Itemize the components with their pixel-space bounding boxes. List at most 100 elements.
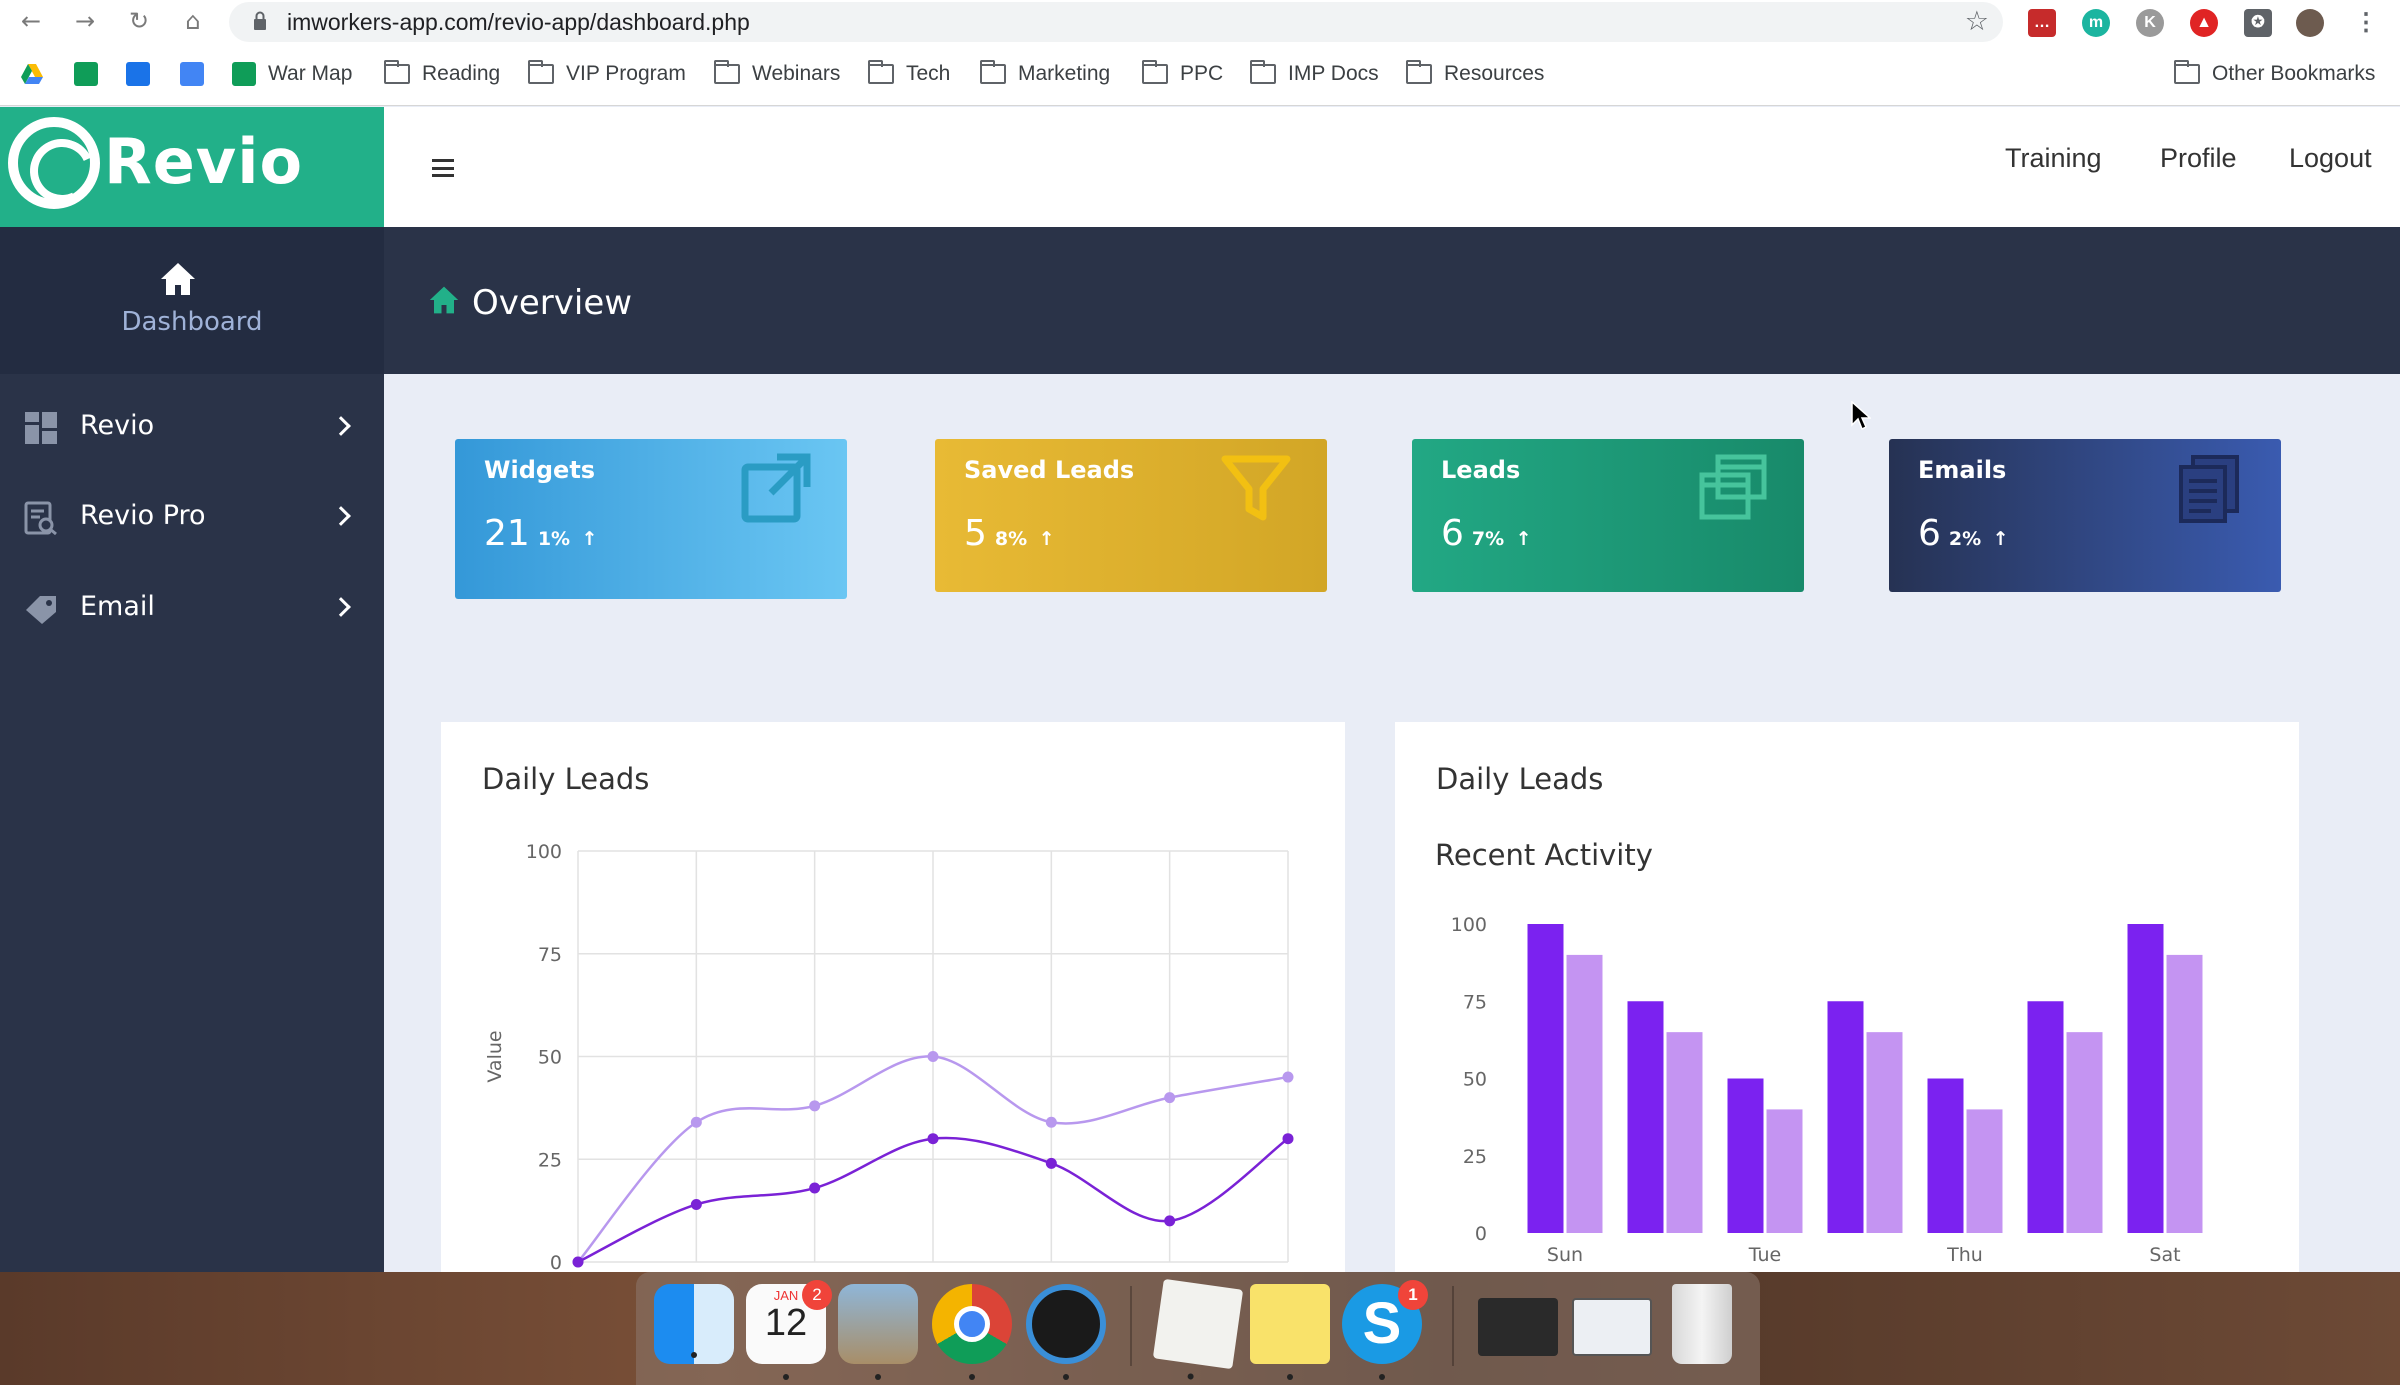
bar (1766, 1109, 1803, 1233)
sidebar-item-label: Revio Pro (80, 500, 206, 531)
bookmark-resources[interactable]: Resources (1406, 56, 1544, 92)
bar (1966, 1109, 2003, 1233)
macos-dock: JAN 12 2 S 1 (636, 1272, 1760, 1385)
chrome-icon[interactable] (932, 1284, 1012, 1380)
data-point (1045, 1116, 1057, 1128)
menu-toggle-icon[interactable] (432, 159, 454, 177)
extension-m-icon[interactable]: m (2082, 9, 2110, 37)
data-point (572, 1256, 584, 1268)
url-text: imworkers-app.com/revio-app/dashboard.ph… (287, 9, 750, 35)
stat-card-widgets[interactable]: Widgets 21 1% ↑ (455, 439, 847, 599)
nav-training-link[interactable]: Training (2005, 143, 2102, 174)
data-point (690, 1198, 702, 1210)
profile-avatar[interactable] (2296, 9, 2324, 37)
stat-card-emails[interactable]: Emails 6 2% ↑ (1889, 439, 2281, 592)
address-bar[interactable]: imworkers-app.com/revio-app/dashboard.ph… (229, 2, 2003, 42)
bookmark-tech[interactable]: Tech (868, 56, 950, 92)
bar (2027, 1001, 2064, 1233)
textedit-icon[interactable] (1152, 1278, 1244, 1380)
bookmark-ppc[interactable]: PPC (1142, 56, 1223, 92)
stat-card-saved-leads[interactable]: Saved Leads 5 8% ↑ (935, 439, 1327, 592)
search-document-icon (24, 501, 57, 535)
browser-menu-icon[interactable]: ⋮ (2352, 9, 2380, 37)
bar (1727, 1078, 1764, 1233)
bar (1627, 1001, 1664, 1233)
sidebar-dashboard[interactable]: Dashboard (0, 227, 384, 374)
data-point (927, 1051, 939, 1062)
skype-icon[interactable]: S 1 (1342, 1280, 1428, 1380)
trash-icon[interactable] (1672, 1284, 1732, 1364)
card-value: 21 1% ↑ (484, 513, 598, 554)
reload-icon[interactable]: ↻ (124, 6, 154, 36)
sidebar-item-email[interactable]: Email (0, 564, 384, 654)
bookmark-webinars[interactable]: Webinars (714, 56, 840, 92)
y-tick-label: 0 (1475, 1223, 1487, 1245)
sidebar-item-revio-pro[interactable]: Revio Pro (0, 473, 384, 563)
sidebar-item-label: Email (80, 591, 155, 622)
folder-icon (868, 60, 894, 84)
sidebar: Dashboard Revio Revio Pro Email (0, 227, 384, 1272)
card-percent: 8% (994, 528, 1028, 550)
up-arrow-icon: ↑ (1038, 528, 1055, 550)
back-icon[interactable]: ← (16, 6, 46, 36)
sidebar-item-revio[interactable]: Revio (0, 383, 384, 473)
google-docs-icon[interactable] (180, 62, 204, 86)
bar (1827, 1001, 1864, 1233)
bookmark-marketing[interactable]: Marketing (980, 56, 1110, 92)
y-tick-label: 75 (1463, 991, 1487, 1013)
mouse-cursor-icon (1851, 401, 1871, 431)
folder-icon (1250, 60, 1276, 84)
bookmark-star-icon[interactable]: ☆ (1965, 6, 1989, 37)
bar (1566, 954, 1603, 1233)
bookmark-vip-program[interactable]: VIP Program (528, 56, 686, 92)
y-tick-label: 100 (1451, 914, 1487, 936)
y-tick-label: 25 (538, 1149, 562, 1171)
forward-icon[interactable]: → (70, 6, 100, 36)
logo-text: Revio (104, 125, 304, 198)
extensions-puzzle-icon[interactable]: ✪ (2244, 9, 2272, 37)
minimized-window-thumbnail[interactable] (1478, 1298, 1558, 1356)
external-link-icon (741, 453, 811, 523)
calendar-badge: 2 (802, 1280, 832, 1310)
extension-lastpass-icon[interactable]: … (2028, 9, 2056, 37)
calendar-icon[interactable]: JAN 12 2 (746, 1280, 832, 1380)
google-drive-icon[interactable] (20, 62, 44, 86)
bar (1927, 1078, 1964, 1233)
data-point (809, 1100, 821, 1112)
bar (1866, 1032, 1903, 1233)
google-sheets-icon[interactable] (74, 62, 98, 86)
nav-profile-link[interactable]: Profile (2160, 143, 2237, 174)
quicktime-icon[interactable] (1026, 1284, 1106, 1380)
bar (2066, 1032, 2103, 1233)
bookmarks-bar: War Map Reading VIP Program Webinars Tec… (0, 56, 2400, 92)
extension-adblock-icon[interactable]: ▲ (2190, 9, 2218, 37)
sidebar-dashboard-label: Dashboard (121, 307, 263, 337)
nav-logout-link[interactable]: Logout (2289, 143, 2372, 174)
data-point (1164, 1092, 1176, 1104)
home-icon[interactable]: ⌂ (178, 6, 208, 36)
data-point (1282, 1133, 1294, 1145)
bar (2166, 954, 2203, 1233)
card-title: Saved Leads (964, 456, 1135, 484)
running-dot (969, 1374, 975, 1380)
data-point (809, 1182, 821, 1194)
card-title: Leads (1441, 456, 1521, 484)
revio-logo[interactable]: Revio (0, 107, 384, 227)
notes-icon[interactable] (1250, 1284, 1330, 1380)
running-dot (1287, 1374, 1293, 1380)
minimized-window-thumbnail[interactable] (1572, 1298, 1652, 1356)
card-value: 6 7% ↑ (1441, 513, 1532, 554)
folder-icon (980, 60, 1006, 84)
preview-icon[interactable] (838, 1284, 918, 1380)
bookmark-imp-docs[interactable]: IMP Docs (1250, 56, 1379, 92)
bookmark-other-bookmarks[interactable]: Other Bookmarks (2174, 56, 2375, 92)
extension-k-icon[interactable]: K (2136, 9, 2164, 37)
trello-icon[interactable] (126, 62, 150, 86)
y-tick-label: 0 (550, 1252, 562, 1272)
chevron-right-icon (331, 506, 351, 526)
bookmark-reading[interactable]: Reading (384, 56, 500, 92)
bookmark-war-map[interactable]: War Map (232, 56, 352, 92)
stat-card-leads[interactable]: Leads 6 7% ↑ (1412, 439, 1804, 592)
finder-icon[interactable] (654, 1284, 734, 1364)
folder-icon (1142, 60, 1168, 84)
